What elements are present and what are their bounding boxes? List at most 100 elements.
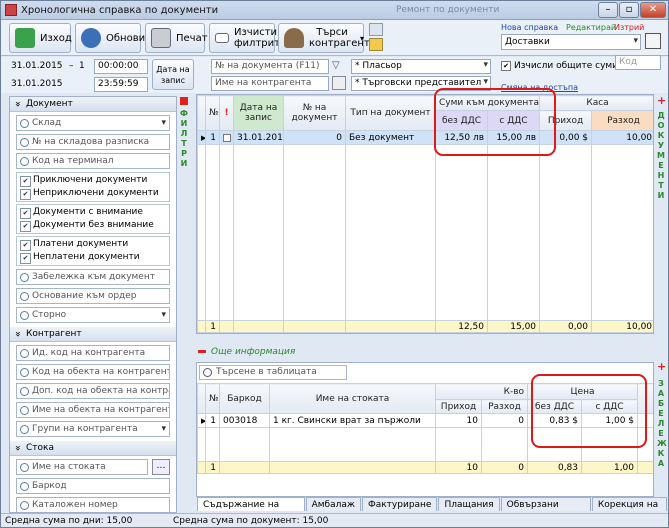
barcode-input[interactable]: Баркод	[16, 478, 170, 494]
doc-note-input[interactable]: Забележка към документ	[16, 269, 170, 285]
col-doc-number-header[interactable]: № на документ	[283, 95, 346, 131]
row-checkbox[interactable]	[219, 130, 234, 145]
clear-filters-label: Изчисти филтрите	[234, 27, 287, 49]
partner-object-extra-code-input[interactable]: Доп. код на обекта на контрагента	[16, 383, 170, 399]
lookup-button[interactable]	[332, 76, 346, 90]
time-from[interactable]: 00:00:00	[94, 59, 148, 74]
date-from[interactable]: 31.01.2015	[11, 61, 63, 71]
date-mode-button[interactable]: Дата на запис	[152, 59, 194, 90]
table-search-input[interactable]: Търсене в таблицата	[199, 365, 347, 380]
col-attention-header[interactable]: !	[219, 95, 234, 131]
items-cell-income: 10	[435, 413, 482, 428]
save-icon[interactable]	[369, 23, 383, 36]
col-doc-type-header[interactable]: Тип на документ	[345, 95, 436, 131]
warehouse-receipt-input[interactable]: № на складова разписка	[16, 134, 170, 150]
items-col-num-header[interactable]: №	[205, 383, 220, 414]
tab-invoicing[interactable]: Фактуриране	[361, 497, 438, 511]
collapse-filters-icon[interactable]	[180, 97, 188, 105]
main-window: Хронологична справка по документи Ремонт…	[0, 0, 669, 528]
partner-name-input[interactable]: Име на контрагента	[211, 76, 329, 91]
print-button[interactable]: Печат	[145, 23, 208, 53]
partner-object-code-input[interactable]: Код на обекта на контрагента	[16, 364, 170, 380]
attention-docs-checkbox[interactable]: Документи с внимание	[19, 206, 167, 219]
documents-side-tab[interactable]: ДОКУМЕНТИ	[657, 111, 667, 201]
terminal-code-input[interactable]: Код на терминал	[16, 153, 170, 169]
filters-side-tab[interactable]: ФИЛТРИ	[180, 109, 190, 169]
documents-grid: № ! Дата на запис № на документ Тип на д…	[196, 94, 654, 334]
section-partner[interactable]: Контрагент	[10, 327, 176, 342]
clear-filters-button[interactable]: Изчисти филтрите	[209, 23, 287, 53]
highlight-item-price	[531, 374, 647, 448]
items-totals-row: 1 10 0 0,83 1,00	[197, 461, 653, 474]
minimize-button[interactable]: –	[598, 2, 618, 18]
items-col-name-header[interactable]: Име на стоката	[269, 383, 436, 414]
cell-expense: 10,00	[591, 130, 653, 145]
tab-linked-documents[interactable]: Обвързани документи	[500, 497, 591, 522]
tab-payments[interactable]: Плащания	[438, 497, 500, 511]
goods-name-input[interactable]: Име на стоката	[16, 459, 148, 475]
day-count[interactable]: 1	[79, 61, 85, 71]
edit-report-link[interactable]: Редактирай	[566, 23, 616, 32]
find-partner-button[interactable]: Търси контрагент ▾	[278, 23, 370, 53]
paid-docs-checkbox[interactable]: Платени документи	[19, 238, 167, 251]
section-goods[interactable]: Стока	[10, 441, 176, 456]
col-num-header[interactable]: №	[205, 95, 220, 131]
partner-id-input[interactable]: Ид. код на контрагента	[16, 345, 170, 361]
items-col-income-header[interactable]: Приход	[435, 399, 482, 414]
total-count: 1	[205, 320, 220, 333]
refresh-button[interactable]: Обнови	[75, 23, 145, 53]
report-select[interactable]: Доставки	[501, 34, 641, 50]
add-document-icon[interactable]: +	[657, 95, 666, 106]
table-row[interactable]: ▶ 1 31.01.2015 0 Без документ 12,50 лв 1…	[197, 130, 653, 145]
collapse-info-icon[interactable]	[198, 350, 206, 353]
bottom-tabs: Съдържание на документа Амбалаж Фактурир…	[197, 497, 668, 522]
catalog-number-input[interactable]: Каталожен номер	[16, 497, 170, 512]
filter-icon[interactable]: ▽	[332, 60, 344, 72]
incomplete-docs-checkbox[interactable]: Неприключени документи	[19, 187, 167, 200]
warehouse-select[interactable]: Склад	[16, 115, 170, 131]
new-report-link[interactable]: Нова справка	[501, 23, 558, 32]
tab-packaging[interactable]: Амбалаж	[305, 497, 361, 511]
add-note-icon[interactable]: +	[657, 361, 666, 372]
unpaid-docs-checkbox[interactable]: Неплатени документи	[19, 251, 167, 264]
range-dash: –	[69, 61, 74, 71]
items-col-expense-header[interactable]: Разход	[480, 399, 529, 414]
row-pointer-icon: ▶	[197, 130, 206, 145]
close-button[interactable]: ✕	[640, 2, 666, 18]
print-label: Печат	[176, 32, 208, 44]
partner-groups-select[interactable]: Групи на контрагента	[16, 421, 170, 437]
cell-date: 31.01.2015	[233, 130, 284, 145]
date-to[interactable]: 31.01.2015	[11, 79, 63, 89]
note-side-tab[interactable]: ЗАБЕЛЕЖКА	[657, 379, 667, 469]
goods-lookup-button[interactable]: …	[152, 459, 170, 475]
status-bar: Средна сума по дни: 15,00 Средна сума по…	[1, 513, 668, 527]
time-to[interactable]: 23:59:59	[94, 77, 148, 92]
partner-object-name-input[interactable]: Име на обекта на контрагента	[16, 402, 170, 418]
exit-button[interactable]: Изход	[9, 23, 72, 53]
more-info-label[interactable]: Още информация	[211, 347, 295, 357]
doc-number-input[interactable]: № на документа (F11)	[211, 59, 329, 74]
report-save-icon[interactable]	[645, 33, 661, 49]
tab-document-content[interactable]: Съдържание на документа	[197, 497, 305, 522]
col-date-header[interactable]: Дата на запис	[233, 95, 284, 131]
items-col-barcode-header[interactable]: Баркод	[219, 383, 270, 414]
folder-icon[interactable]	[369, 38, 383, 51]
background-window-title: Ремонт по документи	[396, 5, 500, 15]
items-cell-expense: 0	[480, 413, 529, 428]
delete-report-link[interactable]: Изтрий	[614, 23, 644, 32]
placement-select[interactable]: * Пласьор	[351, 59, 491, 74]
app-icon	[5, 4, 17, 16]
items-row-pointer-icon: ▶	[197, 413, 206, 428]
maximize-button[interactable]: ▫	[619, 2, 639, 18]
title-bar: Хронологична справка по документи Ремонт…	[1, 1, 668, 20]
calc-sums-checkbox[interactable]: ✔	[501, 61, 511, 71]
tab-price-correction[interactable]: Корекция на цена	[591, 497, 667, 522]
col-expense-header[interactable]: Разход	[591, 110, 653, 131]
no-attention-docs-checkbox[interactable]: Документи без внимание	[19, 219, 167, 232]
total-without-vat: 12,50	[435, 320, 488, 333]
section-document[interactable]: Документ	[10, 97, 176, 112]
order-basis-input[interactable]: Основание към ордер	[16, 288, 170, 304]
storno-select[interactable]: Сторно	[16, 307, 170, 323]
completed-docs-checkbox[interactable]: Приключени документи	[19, 174, 167, 187]
code-input[interactable]: Код	[615, 55, 661, 70]
